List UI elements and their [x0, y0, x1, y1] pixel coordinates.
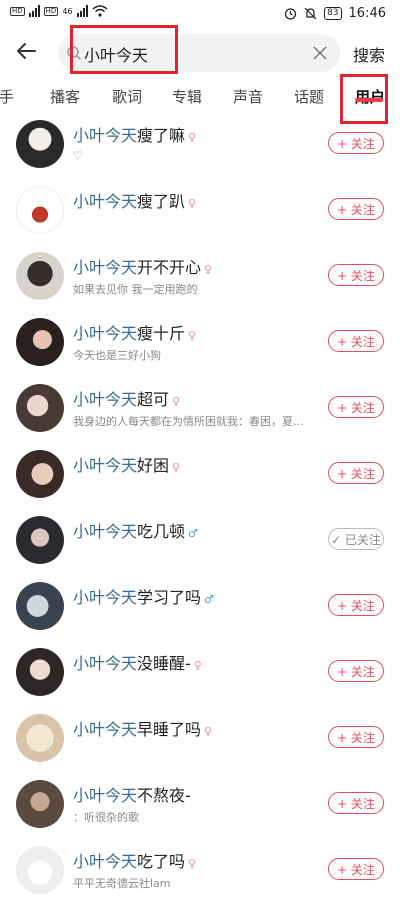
avatar[interactable]: [16, 252, 64, 300]
user-name: 小叶今天没睡醒- ♀: [73, 654, 202, 673]
battery-icon: 83: [324, 7, 342, 20]
tab-lyrics[interactable]: 歌词: [112, 86, 142, 107]
user-row[interactable]: 小叶今天超可 ♀ 我身边的人每天都在为情所困就我：春困，夏… + 关注: [0, 378, 400, 444]
signal-icon: [28, 5, 40, 17]
follow-button[interactable]: + 关注: [328, 660, 384, 682]
follow-button[interactable]: + 关注: [328, 726, 384, 748]
follow-button[interactable]: + 关注: [328, 132, 384, 154]
follow-button[interactable]: + 关注: [328, 264, 384, 286]
hd-icon: HD: [10, 6, 25, 16]
avatar[interactable]: [16, 582, 64, 630]
follow-button[interactable]: + 关注: [328, 198, 384, 220]
user-row[interactable]: 小叶今天好困 ♀ + 关注: [0, 444, 400, 510]
user-row[interactable]: 小叶今天早睡了吗 ♀ + 关注: [0, 708, 400, 774]
male-icon: ♂: [204, 593, 214, 606]
user-row[interactable]: 小叶今天瘦十斤 ♀ 今天也是三好小狗 + 关注: [0, 312, 400, 378]
tab-podcast[interactable]: 播客: [50, 86, 80, 107]
user-name: 小叶今天好困 ♀: [73, 456, 181, 475]
tab-topic[interactable]: 话题: [294, 86, 324, 107]
search-button[interactable]: 搜索: [353, 42, 385, 66]
tab-singer[interactable]: 歌手: [0, 86, 14, 107]
female-icon: ♀: [188, 131, 197, 144]
annotation-box-search: [70, 25, 178, 74]
male-icon: ♂: [188, 527, 198, 540]
status-left: HD HD 46: [10, 5, 108, 17]
female-icon: ♀: [204, 725, 213, 738]
tab-sound[interactable]: 声音: [233, 86, 263, 107]
user-row[interactable]: 小叶今天瘦了趴 ♀ + 关注: [0, 180, 400, 246]
user-name: 小叶今天不熬夜-: [73, 786, 191, 805]
followed-button[interactable]: ✓ 已关注: [328, 528, 384, 550]
user-row[interactable]: 小叶今天吃几顿 ♂ ✓ 已关注: [0, 510, 400, 576]
user-row[interactable]: 小叶今天开不开心 ♀ 如果去见你 我一定用跑的 + 关注: [0, 246, 400, 312]
female-icon: ♀: [188, 857, 197, 870]
follow-button[interactable]: + 关注: [328, 594, 384, 616]
user-signature: 平平无奇德云社lam: [73, 877, 171, 890]
avatar[interactable]: [16, 384, 64, 432]
status-bar: HD HD 46 83 16:46: [0, 0, 400, 28]
user-signature: ：听很杂的歌: [73, 811, 139, 824]
user-row[interactable]: 小叶今天学习了吗 ♂ + 关注: [0, 576, 400, 642]
avatar[interactable]: [16, 450, 64, 498]
hd-icon-2: HD: [43, 6, 59, 16]
user-name: 小叶今天瘦了趴 ♀: [73, 192, 197, 211]
avatar[interactable]: [16, 186, 64, 234]
avatar[interactable]: [16, 648, 64, 696]
mute-bell-icon: [304, 7, 317, 20]
user-name: 小叶今天学习了吗 ♂: [73, 588, 214, 607]
user-signature: 我身边的人每天都在为情所困就我：春困，夏…: [73, 415, 304, 428]
follow-button[interactable]: + 关注: [328, 330, 384, 352]
user-signature: 今天也是三好小狗: [73, 349, 161, 362]
user-signature: ♡: [73, 149, 83, 162]
avatar[interactable]: [16, 780, 64, 828]
avatar[interactable]: [16, 846, 64, 894]
follow-button[interactable]: + 关注: [328, 396, 384, 418]
user-name: 小叶今天早睡了吗 ♀: [73, 720, 213, 739]
avatar[interactable]: [16, 120, 64, 168]
user-name: 小叶今天瘦了嘛 ♀: [73, 126, 197, 145]
female-icon: ♀: [188, 329, 197, 342]
wifi-icon: [92, 5, 107, 17]
user-name: 小叶今天瘦十斤 ♀: [73, 324, 197, 343]
user-row[interactable]: 小叶今天瘦了嘛 ♀ ♡ + 关注: [0, 114, 400, 180]
clock: 16:46: [348, 6, 386, 21]
female-icon: ♀: [172, 461, 181, 474]
avatar[interactable]: [16, 516, 64, 564]
female-icon: ♀: [172, 395, 181, 408]
follow-button[interactable]: + 关注: [328, 858, 384, 880]
user-row[interactable]: 小叶今天不熬夜- ：听很杂的歌 + 关注: [0, 774, 400, 840]
signal-icon-2: [76, 5, 88, 17]
user-signature: 如果去见你 我一定用跑的: [73, 283, 198, 296]
follow-button[interactable]: + 关注: [328, 792, 384, 814]
alarm-icon: [284, 8, 297, 20]
female-icon: ♀: [193, 659, 202, 672]
user-row[interactable]: 小叶今天没睡醒- ♀ + 关注: [0, 642, 400, 708]
avatar[interactable]: [16, 714, 64, 762]
status-right: 83 16:46: [284, 6, 386, 21]
user-row[interactable]: 小叶今天吃了吗 ♀ 平平无奇德云社lam + 关注: [0, 840, 400, 906]
user-name: 小叶今天吃几顿 ♂: [73, 522, 198, 541]
network-type: 46: [62, 6, 73, 16]
user-name: 小叶今天吃了吗 ♀: [73, 852, 197, 871]
tab-album[interactable]: 专辑: [172, 86, 202, 107]
search-bar: 小叶今天 搜索: [0, 32, 400, 74]
clear-icon[interactable]: [312, 45, 328, 61]
female-icon: ♀: [204, 263, 213, 276]
back-arrow-icon[interactable]: [13, 38, 39, 64]
user-name: 小叶今天开不开心 ♀: [73, 258, 213, 277]
follow-button[interactable]: + 关注: [328, 462, 384, 484]
avatar[interactable]: [16, 318, 64, 366]
user-name: 小叶今天超可 ♀: [73, 390, 181, 409]
female-icon: ♀: [188, 197, 197, 210]
